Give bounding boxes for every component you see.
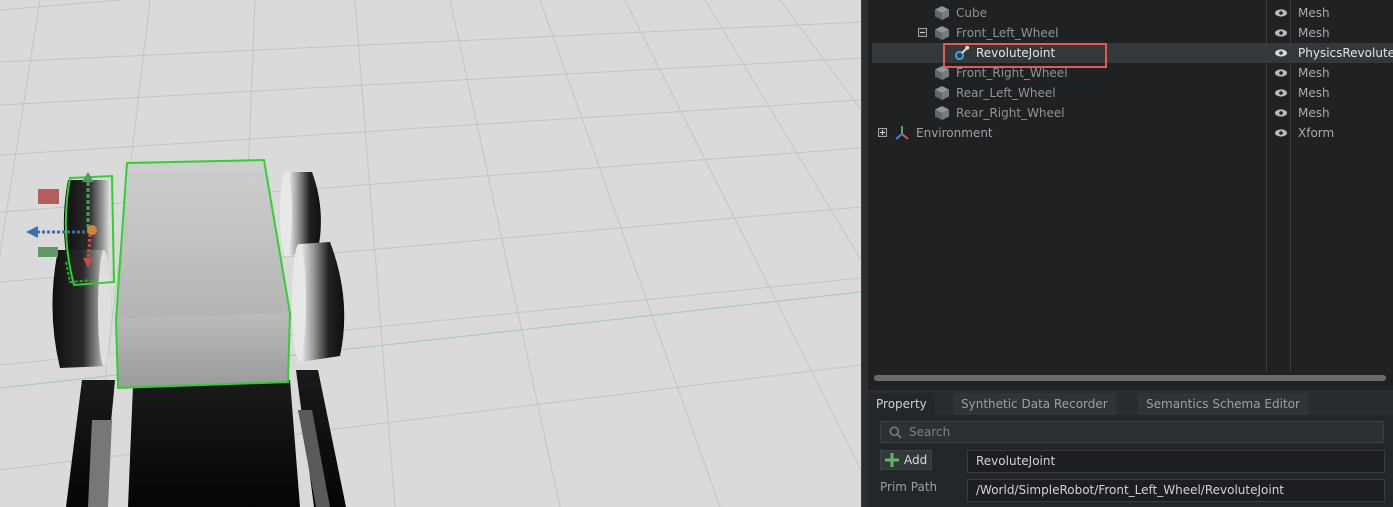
tree-row-type: Mesh [1298, 86, 1330, 100]
tab-property[interactable]: Property [868, 393, 935, 415]
horizontal-scrollbar[interactable] [874, 375, 1386, 381]
tree-row-label: Front_Left_Wheel [956, 26, 1059, 40]
tree-row-front-right-wheel[interactable]: Front_Right_Wheel Mesh [872, 63, 1393, 83]
revolute-joint-icon [954, 45, 970, 61]
tab-synthetic-data-recorder[interactable]: Synthetic Data Recorder [953, 393, 1116, 415]
prim-name-field[interactable]: RevoluteJoint [967, 450, 1385, 473]
tree-row-type: PhysicsRevolute [1298, 46, 1393, 60]
robot-body [114, 158, 292, 390]
viewport[interactable] [0, 0, 861, 507]
tree-row-front-left-wheel[interactable]: Front_Left_Wheel Mesh [872, 23, 1393, 43]
property-panel: Property Synthetic Data Recorder Semanti… [868, 390, 1393, 507]
visibility-eye-icon[interactable] [1275, 49, 1287, 57]
viewport-scene[interactable] [0, 0, 861, 507]
visibility-eye-icon[interactable] [1275, 129, 1287, 137]
tree-row-cube[interactable]: Cube Mesh [872, 3, 1393, 23]
search-field[interactable]: Search [880, 421, 1384, 443]
visibility-eye-icon[interactable] [1275, 109, 1287, 117]
search-placeholder: Search [909, 425, 951, 439]
tree-row-type: Mesh [1298, 66, 1330, 80]
cube-icon [934, 85, 950, 101]
prim-path-field[interactable]: /World/SimpleRobot/Front_Left_Wheel/Revo… [967, 479, 1385, 502]
collapse-toggle-icon[interactable] [918, 28, 927, 37]
plus-icon [885, 453, 899, 467]
tree-row-label: Front_Right_Wheel [956, 66, 1068, 80]
tab-semantics-schema-editor[interactable]: Semantics Schema Editor [1138, 393, 1308, 415]
tree-row-label: Environment [916, 126, 993, 140]
front-left-wheel [52, 250, 110, 368]
panel-splitter[interactable] [861, 0, 868, 507]
tree-row-type: Mesh [1298, 26, 1330, 40]
visibility-eye-icon[interactable] [1275, 69, 1287, 77]
tree-row-environment[interactable]: Environment Xform [872, 123, 1393, 143]
cube-icon [934, 65, 950, 81]
visibility-eye-icon[interactable] [1275, 89, 1287, 97]
xform-icon [894, 125, 910, 141]
visibility-eye-icon[interactable] [1275, 29, 1287, 37]
tree-row-type: Xform [1298, 126, 1335, 140]
tree-row-label: Cube [956, 6, 987, 20]
tree-row-label: Rear_Left_Wheel [956, 86, 1056, 100]
stage-tree[interactable]: Cube Mesh Front_Left_Wheel Mesh Revolute… [868, 0, 1393, 390]
prim-path-label: Prim Path [880, 480, 938, 494]
tree-row-label: Rear_Right_Wheel [956, 106, 1065, 120]
add-button[interactable]: Add [880, 450, 932, 470]
add-button-label: Add [904, 453, 928, 467]
cube-icon [934, 25, 950, 41]
tree-row-label: RevoluteJoint [976, 46, 1056, 60]
expand-toggle-icon[interactable] [878, 128, 887, 137]
tree-row-rear-left-wheel[interactable]: Rear_Left_Wheel Mesh [872, 83, 1393, 103]
cube-icon [934, 5, 950, 21]
tree-row-rear-right-wheel[interactable]: Rear_Right_Wheel Mesh [872, 103, 1393, 123]
cube-icon [934, 105, 950, 121]
tree-row-revolute-joint[interactable]: RevoluteJoint PhysicsRevolute [872, 43, 1393, 63]
property-tabs: Property Synthetic Data Recorder Semanti… [868, 390, 1393, 415]
search-icon [889, 426, 902, 439]
tree-row-type: Mesh [1298, 6, 1330, 20]
tree-row-type: Mesh [1298, 106, 1330, 120]
visibility-eye-icon[interactable] [1275, 9, 1287, 17]
